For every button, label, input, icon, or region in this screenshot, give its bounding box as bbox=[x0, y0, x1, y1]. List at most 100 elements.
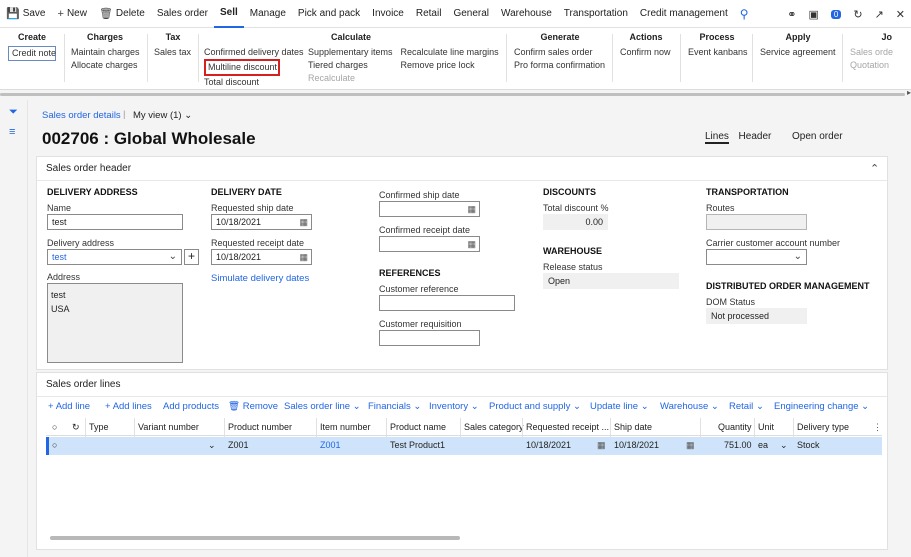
financials-menu[interactable]: Financials ⌄ bbox=[368, 401, 421, 412]
refresh-icon[interactable]: ↻ bbox=[72, 422, 80, 433]
cell-quantity[interactable]: 751.00 bbox=[724, 440, 752, 450]
cell-requested-receipt[interactable]: 10/18/2021 bbox=[526, 440, 571, 450]
row-select-radio[interactable]: ○ bbox=[52, 440, 57, 450]
variant-dropdown-icon[interactable]: ⌄ bbox=[208, 440, 216, 451]
link-icon[interactable]: ⚭ bbox=[787, 8, 796, 21]
calendar-icon[interactable]: ▦ bbox=[299, 252, 308, 263]
multiline-discount-button[interactable]: Multiline discount bbox=[204, 59, 280, 76]
inventory-menu[interactable]: Inventory ⌄ bbox=[429, 401, 479, 412]
calendar-icon[interactable]: ▦ bbox=[467, 239, 476, 250]
office-icon[interactable]: ▣ bbox=[808, 8, 818, 21]
remove-button[interactable]: 🗑 Remove bbox=[228, 401, 278, 412]
tab-lines[interactable]: Lines bbox=[705, 131, 729, 144]
requested-receipt-date-field[interactable]: 10/18/2021 ▦ bbox=[211, 249, 312, 265]
search-button[interactable]: ⚲ bbox=[734, 0, 755, 28]
add-products-button[interactable]: Add products bbox=[163, 401, 219, 412]
unit-dropdown-icon[interactable]: ⌄ bbox=[780, 440, 788, 451]
filter-icon[interactable]: ⏷ bbox=[9, 106, 18, 119]
add-lines-button[interactable]: + Add lines bbox=[105, 401, 152, 412]
tab-general[interactable]: General bbox=[447, 0, 495, 28]
customer-requisition-field[interactable] bbox=[379, 330, 480, 346]
more-columns-icon[interactable]: ⋮ bbox=[873, 422, 882, 433]
requested-ship-date-field[interactable]: 10/18/2021 ▦ bbox=[211, 214, 312, 230]
col-variant-number[interactable]: Variant number bbox=[138, 422, 199, 432]
col-sales-category[interactable]: Sales category bbox=[464, 422, 524, 432]
tab-credit-management[interactable]: Credit management bbox=[634, 0, 734, 28]
col-product-name[interactable]: Product name bbox=[390, 422, 446, 432]
sales-order-line-menu[interactable]: Sales order line ⌄ bbox=[284, 401, 361, 412]
allocate-charges-button[interactable]: Allocate charges bbox=[71, 59, 139, 72]
notification-badge[interactable]: 0 bbox=[830, 9, 842, 19]
col-ship-date[interactable]: Ship date bbox=[614, 422, 652, 432]
tab-manage[interactable]: Manage bbox=[244, 0, 292, 28]
cell-product-number[interactable]: Z001 bbox=[228, 440, 249, 450]
select-all-radio[interactable]: ○ bbox=[52, 422, 57, 432]
tab-open-order[interactable]: Open order bbox=[792, 131, 843, 142]
retail-menu[interactable]: Retail ⌄ bbox=[729, 401, 764, 412]
carrier-account-select[interactable]: ⌄ bbox=[706, 249, 807, 265]
name-field[interactable]: test bbox=[47, 214, 183, 230]
total-discount-button[interactable]: Total discount bbox=[204, 76, 300, 89]
confirmed-receipt-date-field[interactable]: ▦ bbox=[379, 236, 480, 252]
view-selector[interactable]: My view (1) ⌄ bbox=[133, 110, 192, 121]
scroll-right-icon[interactable]: ▸ bbox=[907, 88, 911, 97]
cell-ship-date[interactable]: 10/18/2021 bbox=[614, 440, 659, 450]
delete-button[interactable]: 🗑 Delete bbox=[93, 0, 151, 28]
lines-section-title[interactable]: Sales order lines bbox=[46, 379, 120, 390]
calendar-icon[interactable]: ▦ bbox=[467, 204, 476, 215]
confirmed-delivery-dates-button[interactable]: Confirmed delivery dates bbox=[204, 46, 304, 59]
sales-tax-button[interactable]: Sales tax bbox=[154, 46, 192, 59]
tab-warehouse[interactable]: Warehouse bbox=[495, 0, 558, 28]
ribbon-scrollbar[interactable]: ▸ bbox=[0, 88, 911, 97]
product-and-supply-menu[interactable]: Product and supply ⌄ bbox=[489, 401, 581, 412]
table-row[interactable] bbox=[46, 437, 882, 455]
confirmed-ship-date-field[interactable]: ▦ bbox=[379, 201, 480, 217]
tab-retail[interactable]: Retail bbox=[410, 0, 448, 28]
col-item-number[interactable]: Item number bbox=[320, 422, 371, 432]
section-title[interactable]: Sales order header bbox=[46, 163, 131, 174]
pro-forma-confirmation-button[interactable]: Pro forma confirmation bbox=[514, 59, 606, 72]
tab-sales-order[interactable]: Sales order bbox=[151, 0, 214, 28]
cell-delivery-type[interactable]: Stock bbox=[797, 440, 820, 450]
cell-item-number[interactable]: Z001 bbox=[320, 440, 341, 450]
add-address-button[interactable]: + bbox=[184, 249, 199, 265]
remove-price-lock-button[interactable]: Remove price lock bbox=[401, 59, 499, 72]
supplementary-items-button[interactable]: Supplementary items bbox=[308, 46, 393, 59]
tab-pick-and-pack[interactable]: Pick and pack bbox=[292, 0, 366, 28]
service-agreement-button[interactable]: Service agreement bbox=[760, 46, 836, 59]
calendar-icon[interactable]: ▦ bbox=[597, 440, 606, 451]
recalculate-line-margins-button[interactable]: Recalculate line margins bbox=[401, 46, 499, 59]
tab-invoice[interactable]: Invoice bbox=[366, 0, 410, 28]
update-line-menu[interactable]: Update line ⌄ bbox=[590, 401, 649, 412]
col-product-number[interactable]: Product number bbox=[228, 422, 292, 432]
cell-product-name[interactable]: Test Product1 bbox=[390, 440, 445, 450]
tab-header[interactable]: Header bbox=[739, 131, 772, 142]
cell-unit[interactable]: ea bbox=[758, 440, 768, 450]
calendar-icon[interactable]: ▦ bbox=[686, 440, 695, 451]
confirm-sales-order-button[interactable]: Confirm sales order bbox=[514, 46, 606, 59]
credit-note-button[interactable]: Credit note bbox=[8, 46, 56, 61]
tab-transportation[interactable]: Transportation bbox=[558, 0, 634, 28]
col-quantity[interactable]: Quantity bbox=[718, 422, 752, 432]
popout-icon[interactable]: ↗ bbox=[875, 8, 884, 21]
col-requested-receipt[interactable]: Requested receipt ... bbox=[526, 422, 609, 432]
breadcrumb[interactable]: Sales order details bbox=[42, 110, 121, 121]
event-kanbans-button[interactable]: Event kanbans bbox=[688, 46, 748, 59]
simulate-delivery-dates-link[interactable]: Simulate delivery dates bbox=[211, 273, 309, 284]
engineering-change-menu[interactable]: Engineering change ⌄ bbox=[774, 401, 869, 412]
grid-scrollbar[interactable] bbox=[50, 536, 460, 540]
list-icon[interactable]: ≡ bbox=[9, 126, 15, 138]
new-button[interactable]: + New bbox=[52, 0, 93, 28]
refresh-icon[interactable]: ↻ bbox=[853, 8, 862, 21]
add-line-button[interactable]: + Add line bbox=[48, 401, 90, 412]
warehouse-menu[interactable]: Warehouse ⌄ bbox=[660, 401, 719, 412]
col-delivery-type[interactable]: Delivery type bbox=[797, 422, 849, 432]
tiered-charges-button[interactable]: Tiered charges bbox=[308, 59, 393, 72]
calendar-icon[interactable]: ▦ bbox=[299, 217, 308, 228]
col-type[interactable]: Type bbox=[89, 422, 109, 432]
delivery-address-select[interactable]: test ⌄ bbox=[47, 249, 182, 265]
save-button[interactable]: 💾 Save bbox=[0, 0, 52, 28]
customer-reference-field[interactable] bbox=[379, 295, 515, 311]
maintain-charges-button[interactable]: Maintain charges bbox=[71, 46, 140, 59]
col-unit[interactable]: Unit bbox=[758, 422, 774, 432]
